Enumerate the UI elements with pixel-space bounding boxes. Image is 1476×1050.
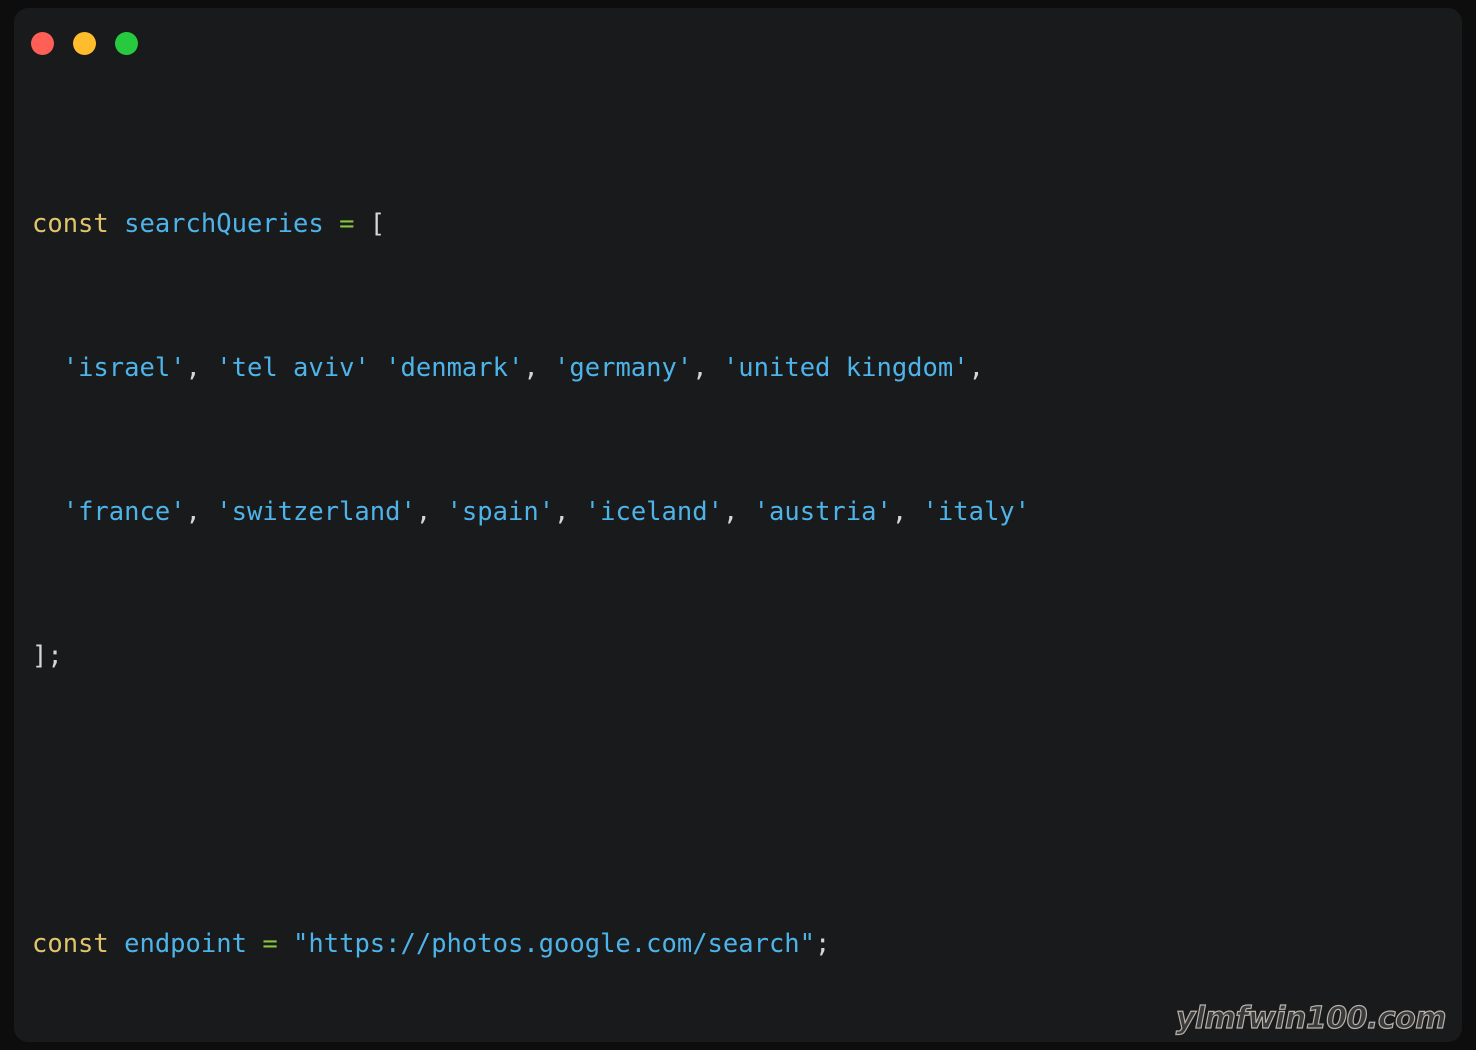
code-line-1: const searchQueries = [	[32, 206, 1462, 242]
token-comma: ,	[722, 497, 739, 527]
token-operator: =	[339, 209, 355, 239]
token-bracket: [	[369, 209, 386, 239]
token-string: 'france'	[62, 497, 186, 527]
close-button-icon[interactable]	[31, 31, 54, 55]
token-bracket: ];	[32, 641, 63, 671]
token-string: 'iceland'	[584, 497, 723, 527]
token-semicolon: ;	[815, 929, 831, 959]
code-line-6: const endpoint = "https://photos.google.…	[32, 926, 1462, 962]
token-string: "https://photos.google.com/search"	[293, 929, 816, 959]
token-identifier: searchQueries	[124, 209, 324, 239]
token-comma: ,	[185, 497, 201, 527]
watermark-text: ylmfwin100.com	[1175, 1000, 1447, 1036]
minimize-button-icon[interactable]	[73, 31, 96, 55]
token-string: 'germany'	[554, 353, 693, 383]
code-editor-window: const searchQueries = [ 'israel', 'tel a…	[14, 8, 1462, 1042]
token-comma: ,	[554, 497, 570, 527]
token-comma: ,	[185, 353, 201, 383]
token-comma: ,	[692, 353, 708, 383]
token-string: 'spain'	[446, 497, 555, 527]
token-keyword: const	[32, 929, 109, 959]
token-comma: ,	[891, 497, 908, 527]
token-string: 'switzerland'	[216, 497, 416, 527]
token-string: 'italy'	[922, 497, 1031, 527]
token-operator: =	[262, 929, 278, 959]
token-string: 'denmark'	[385, 353, 524, 383]
token-comma: ,	[415, 497, 432, 527]
token-string: 'israel'	[62, 353, 186, 383]
token-string: 'tel aviv'	[216, 353, 370, 383]
code-line-3: 'france', 'switzerland', 'spain', 'icela…	[32, 494, 1462, 530]
token-keyword: const	[32, 209, 109, 239]
token-string: 'austria'	[753, 497, 892, 527]
code-line-2: 'israel', 'tel aviv' 'denmark', 'germany…	[32, 350, 1462, 386]
window-titlebar	[14, 8, 1462, 78]
code-block[interactable]: const searchQueries = [ 'israel', 'tel a…	[32, 98, 1462, 1042]
code-line-4: ];	[32, 638, 1462, 674]
token-comma: ,	[968, 353, 984, 383]
token-string: 'united kingdom'	[722, 353, 969, 383]
token-comma: ,	[523, 353, 539, 383]
token-identifier: endpoint	[124, 929, 247, 959]
maximize-button-icon[interactable]	[115, 31, 138, 55]
